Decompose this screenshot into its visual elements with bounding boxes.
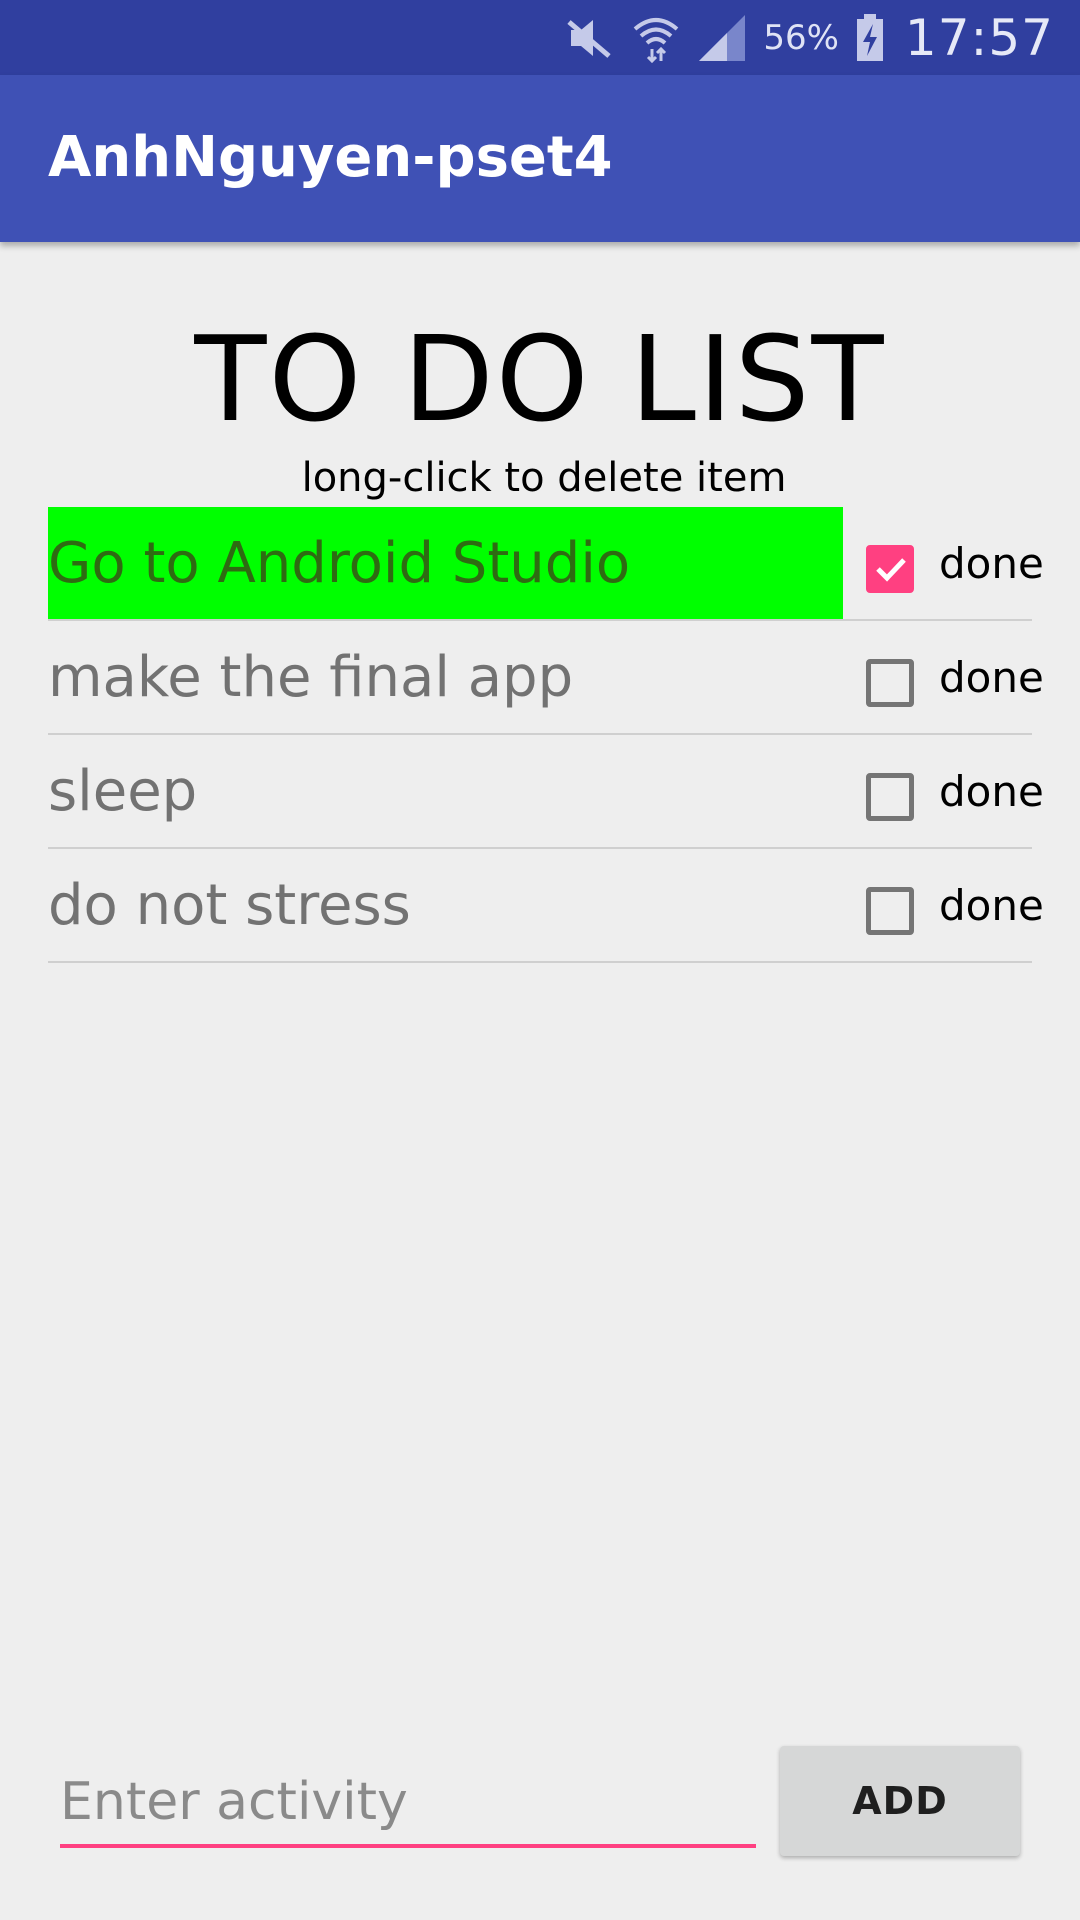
- todo-item-text[interactable]: sleep: [48, 735, 843, 847]
- battery-charging-icon: [855, 13, 885, 63]
- todo-item[interactable]: sleep done: [48, 735, 1044, 849]
- battery-percent: 56%: [763, 17, 839, 58]
- todo-item-text[interactable]: make the final app: [48, 621, 843, 733]
- mute-icon: [565, 16, 615, 60]
- todo-item[interactable]: make the final app done: [48, 621, 1044, 735]
- done-label: done: [939, 652, 1044, 702]
- todo-item[interactable]: Go to Android Studio done: [48, 507, 1044, 621]
- page-heading: TO DO LIST: [194, 310, 886, 448]
- todo-item[interactable]: do not stress done: [48, 849, 1044, 963]
- wifi-icon: [631, 13, 681, 63]
- signal-icon: [697, 13, 747, 63]
- activity-input[interactable]: [60, 1760, 756, 1844]
- delete-hint: long-click to delete item: [301, 455, 787, 501]
- add-button[interactable]: ADD: [780, 1746, 1020, 1856]
- todo-item-text[interactable]: do not stress: [48, 849, 843, 961]
- todo-item-text[interactable]: Go to Android Studio: [48, 507, 843, 619]
- done-checkbox[interactable]: [866, 887, 914, 935]
- done-checkbox[interactable]: [866, 545, 914, 593]
- app-bar: AnhNguyen-pset4: [0, 75, 1080, 242]
- checkmark-icon: [876, 558, 906, 582]
- status-bar: 56% 17:57: [0, 0, 1080, 75]
- done-label: done: [939, 880, 1044, 930]
- activity-input-container: [60, 1760, 756, 1848]
- done-label: done: [939, 538, 1044, 588]
- status-icons: 56% 17:57: [565, 0, 1054, 75]
- todo-list: Go to Android Studio done make the final…: [48, 507, 1044, 963]
- done-label: done: [939, 766, 1044, 816]
- status-clock: 17:57: [904, 8, 1054, 67]
- app-title: AnhNguyen-pset4: [48, 125, 613, 190]
- done-checkbox[interactable]: [866, 773, 914, 821]
- done-checkbox[interactable]: [866, 659, 914, 707]
